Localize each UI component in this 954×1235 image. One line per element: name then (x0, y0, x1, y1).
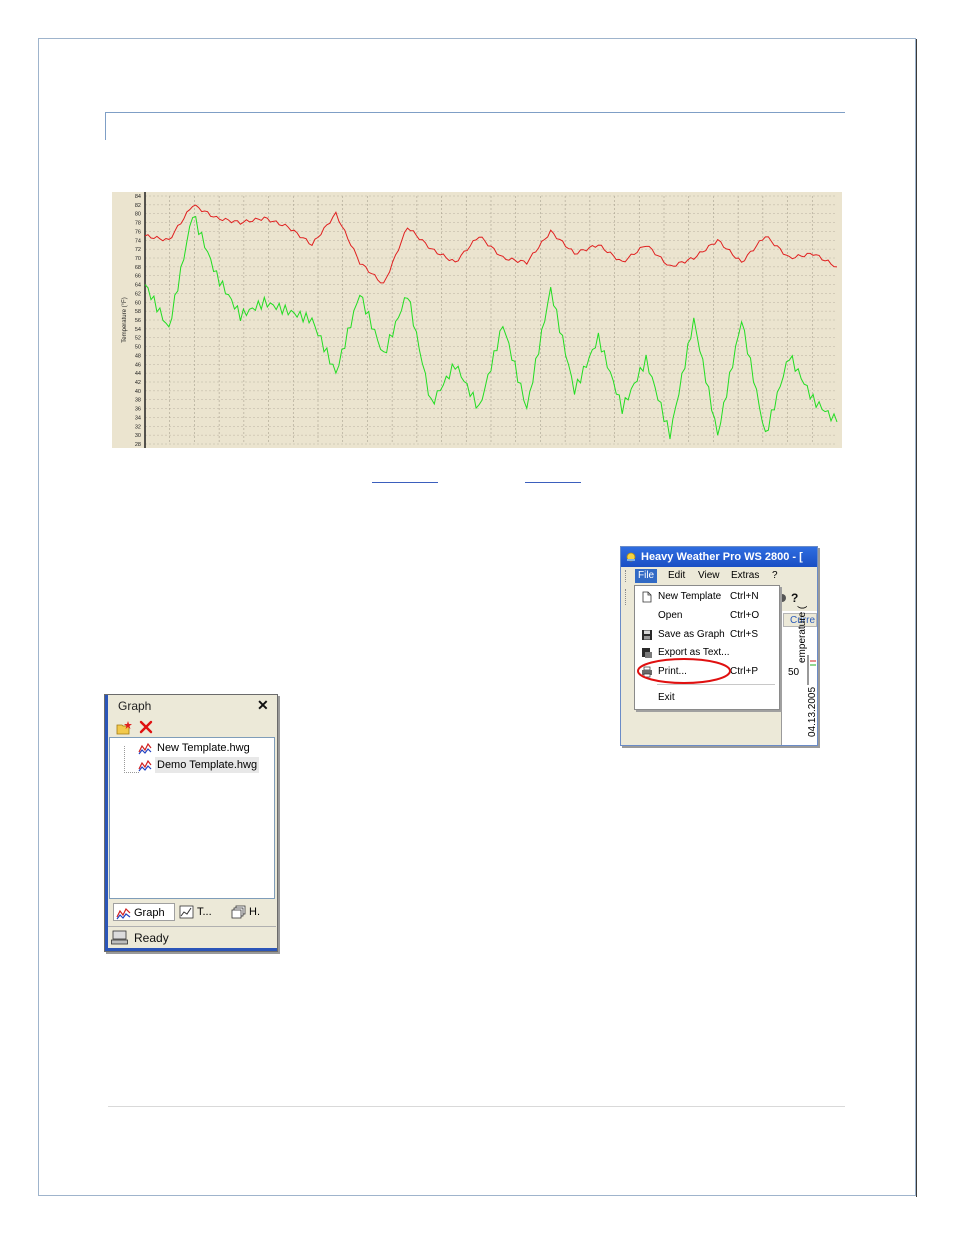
menu-item-label: Open (658, 610, 683, 621)
template-name: New Template.hwg (157, 742, 250, 754)
y-tick-label: 82 (135, 203, 141, 209)
status-bar: Ready (108, 926, 276, 949)
panel-title: Graph (118, 699, 152, 713)
header-rule (105, 112, 845, 113)
y-tick-label: 68 (135, 265, 141, 271)
header-tick (105, 112, 106, 140)
date-label-rotated: 04.13.2005 (807, 686, 818, 737)
y-tick-label: 46 (135, 362, 141, 368)
tab-label: H. (249, 906, 260, 918)
tab-t[interactable]: T... (177, 903, 227, 921)
svg-text:?: ? (791, 591, 798, 605)
axis-label-rotated: emperature ( (797, 605, 808, 663)
hyperlink-underline-1[interactable] (372, 482, 438, 483)
y-tick-label: 56 (135, 318, 141, 324)
file-menu-dropdown: New Template Ctrl+N Open Ctrl+O Save as … (634, 585, 780, 710)
y-tick-label: 78 (135, 221, 141, 227)
hyperlink-underline-2[interactable] (525, 482, 581, 483)
menu-item-save-as-graph[interactable]: Save as Graph Ctrl+S (635, 626, 779, 644)
template-tree: New Template.hwg Demo Template.hwg (109, 737, 275, 899)
chart-svg: 84 82 80 78 76 74 72 70 68 66 64 62 60 58 56 54 52 50 48 46… (122, 192, 838, 448)
heavy-weather-window: Heavy Weather Pro WS 2800 - [ File Edit … (620, 546, 818, 746)
temperature-chart: 84 82 80 78 76 74 72 70 68 66 64 62 60 58 56 54 52 50 48 46… (112, 192, 842, 448)
y-tick-label: 48 (135, 353, 141, 359)
y-tick-label: 36 (135, 407, 141, 413)
y-tick-label: 34 (135, 415, 141, 421)
graph-file-icon (138, 759, 152, 772)
new-document-icon (642, 591, 652, 603)
y-tick-label: 84 (135, 194, 141, 200)
tab-h[interactable]: H. (229, 903, 271, 921)
y-tick-label: 72 (135, 247, 141, 253)
delete-icon[interactable] (139, 720, 153, 734)
window-title: Heavy Weather Pro WS 2800 - [ (641, 551, 803, 563)
template-name: Demo Template.hwg (155, 757, 260, 773)
y-tick-label: 52 (135, 336, 141, 342)
menu-item-shortcut: Ctrl+P (730, 666, 759, 677)
y-tick-label: 80 (135, 212, 141, 218)
status-text: Ready (134, 931, 169, 945)
y-tick-label: 32 (135, 424, 141, 430)
axis-value: 50 (788, 667, 800, 678)
y-tick-label: 42 (135, 380, 141, 386)
tab-graph[interactable]: Graph (113, 903, 175, 921)
menu-extras[interactable]: Extras (728, 569, 762, 583)
menu-item-new-template[interactable]: New Template Ctrl+N (635, 588, 779, 606)
graph-panel: Graph ✕ New Template.hwg Demo Template.h… (104, 694, 278, 952)
panel-accent-bottom (105, 948, 277, 951)
footer-rule (108, 1106, 845, 1107)
y-tick-label: 64 (135, 283, 141, 289)
y-tick-label: 66 (135, 274, 141, 280)
y-tick-label: 44 (135, 371, 141, 377)
graph-tab-icon (116, 907, 131, 920)
y-tick-label: 38 (135, 398, 141, 404)
y-tick-label: 70 (135, 256, 141, 262)
menubar-grip[interactable] (625, 570, 629, 582)
menu-item-shortcut: Ctrl+N (730, 591, 759, 602)
tree-connector-lines (124, 746, 139, 773)
y-axis-label: Temperature (°F) (122, 297, 128, 342)
menu-item-label: Save as Graph (658, 629, 725, 640)
add-template-icon[interactable] (116, 721, 132, 735)
menu-item-open[interactable]: Open Ctrl+O (635, 607, 779, 625)
y-tick-label: 74 (135, 238, 141, 244)
menu-item-label: Exit (658, 692, 675, 703)
chart-axis: 84 82 80 78 76 74 72 70 68 66 64 62 60 58 56 54 52 50 48 46… (135, 192, 146, 448)
y-tick-label: 30 (135, 433, 141, 439)
chart-tab-icon (179, 905, 194, 919)
toolbar-grip[interactable] (625, 589, 629, 605)
menu-file[interactable]: File (635, 569, 658, 583)
y-tick-label: 58 (135, 309, 141, 315)
computer-status-icon (111, 930, 128, 945)
y-tick-label: 28 (135, 442, 141, 448)
y-tick-label: 62 (135, 291, 141, 297)
close-icon[interactable]: ✕ (257, 697, 269, 714)
weather-sun-icon (626, 552, 636, 562)
chart-grid (145, 195, 837, 445)
menu-item-shortcut: Ctrl+S (730, 629, 759, 640)
history-tab-icon (231, 905, 246, 919)
window-titlebar: Heavy Weather Pro WS 2800 - [ (621, 547, 817, 567)
menu-help[interactable]: ? (769, 569, 781, 583)
menu-edit[interactable]: Edit (665, 569, 688, 583)
graph-file-icon (138, 742, 152, 755)
tab-label: T... (197, 906, 212, 918)
tab-label: Graph (134, 907, 165, 919)
menu-item-label: New Template (658, 591, 722, 602)
y-tick-label: 50 (135, 345, 141, 351)
menu-item-exit[interactable]: Exit (635, 689, 779, 707)
y-tick-label: 54 (135, 327, 141, 333)
menu-view[interactable]: View (695, 569, 723, 583)
y-tick-label: 76 (135, 229, 141, 235)
panel-accent (105, 695, 108, 951)
y-tick-label: 60 (135, 300, 141, 306)
highlight-circle (637, 658, 731, 684)
toolbar-icons[interactable]: ? (778, 591, 802, 605)
menu-item-shortcut: Ctrl+O (730, 610, 760, 621)
menu-bar: File Edit View Extras ? (621, 567, 817, 585)
floppy-disk-icon (642, 630, 652, 640)
panel-tabs: Graph T... H. (109, 900, 275, 924)
y-tick-label: 40 (135, 389, 141, 395)
